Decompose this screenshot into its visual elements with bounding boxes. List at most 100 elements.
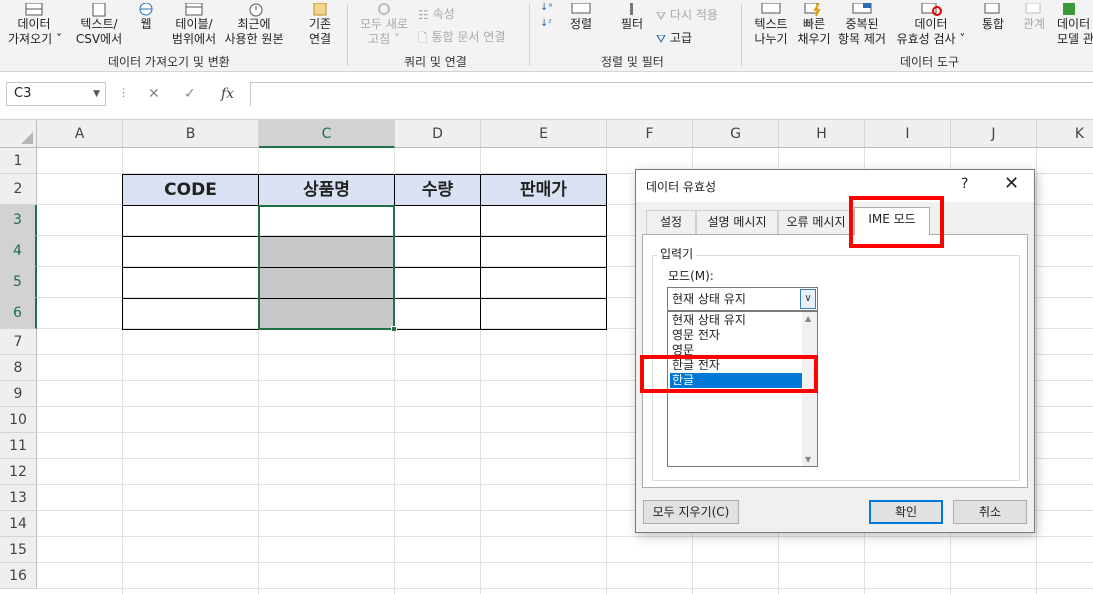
column-header-b[interactable]: B	[123, 120, 259, 148]
formula-bar: C3 ▼ ⋮ ✕ ✓ fx	[0, 72, 1093, 120]
filter-button[interactable]: 필터	[618, 2, 646, 32]
properties-icon: ☷	[418, 7, 429, 22]
row-header-9[interactable]: 9	[0, 381, 37, 407]
scroll-up-icon[interactable]: ▲	[805, 314, 811, 323]
properties-label: 속성	[432, 7, 455, 21]
mode-select[interactable]: 현재 상태 유지 ∨	[667, 287, 818, 311]
table-cell-b6[interactable]	[122, 298, 259, 330]
formula-input[interactable]	[250, 82, 1093, 106]
column-header-d[interactable]: D	[395, 120, 481, 148]
column-header-a[interactable]: A	[37, 120, 123, 148]
column-header-j[interactable]: J	[951, 120, 1037, 148]
table-header-price[interactable]: 판매가	[480, 174, 607, 206]
tab-settings[interactable]: 설정	[646, 210, 696, 234]
enter-icon[interactable]: ✓	[184, 86, 196, 102]
fill-handle[interactable]	[391, 326, 397, 332]
select-all-corner[interactable]	[0, 120, 37, 148]
chevron-down-icon[interactable]: ∨	[800, 289, 816, 309]
scroll-down-icon[interactable]: ▼	[805, 455, 811, 464]
column-header-i[interactable]: I	[865, 120, 951, 148]
table-header-product-name[interactable]: 상품명	[258, 174, 395, 206]
remove-duplicates-button[interactable]: 중복된 항목 제거	[834, 2, 890, 47]
table-cell-d6[interactable]	[394, 298, 481, 330]
row-header-16[interactable]: 16	[0, 563, 37, 589]
sort-az-icon-button[interactable]: ↓ᵃ ↓ᶻ	[540, 0, 552, 32]
text-to-columns-button[interactable]: 텍스트 나누기	[750, 2, 792, 47]
table-cell-d4[interactable]	[394, 236, 481, 268]
sort-button[interactable]: 정렬	[566, 2, 596, 32]
row-header-7[interactable]: 7	[0, 329, 37, 355]
row-header-6[interactable]: 6	[0, 298, 37, 329]
from-table-button[interactable]: 테이블/ 범위에서	[168, 2, 220, 47]
row-header-12[interactable]: 12	[0, 459, 37, 485]
clock-icon	[249, 3, 263, 16]
column-header-c[interactable]: C	[259, 120, 395, 148]
table-cell-e6[interactable]	[480, 298, 607, 330]
text-csv-button[interactable]: 텍스트/ CSV에서	[74, 2, 124, 47]
table-cell-e4[interactable]	[480, 236, 607, 268]
chevron-down-icon[interactable]: ▼	[93, 83, 100, 105]
recent-sources-button[interactable]: 최근에 사용한 원본	[222, 2, 286, 47]
data-model-button[interactable]: 데이터 모델 관	[1057, 2, 1093, 47]
insert-function-icon[interactable]: fx	[221, 86, 234, 102]
tab-input-message[interactable]: 설명 메시지	[696, 210, 778, 234]
column-header-f[interactable]: F	[607, 120, 693, 148]
properties-button[interactable]: ☷ 속성	[418, 6, 455, 23]
ok-button[interactable]: 확인	[869, 500, 943, 524]
existing-connections-button[interactable]: 기존 연결	[302, 2, 338, 47]
tab-error-alert[interactable]: 오류 메시지	[778, 210, 854, 234]
table-cell-d5[interactable]	[394, 267, 481, 299]
table-header-quantity[interactable]: 수량	[394, 174, 481, 206]
column-header-g[interactable]: G	[693, 120, 779, 148]
clear-all-button[interactable]: 모두 지우기(C)	[643, 500, 739, 524]
column-header-k[interactable]: K	[1037, 120, 1093, 148]
table-cell-b3[interactable]	[122, 205, 259, 237]
reapply-button[interactable]: ⛛ 다시 적용	[656, 7, 718, 24]
data-validation-button[interactable]: 데이터 유효성 검사 ˅	[892, 2, 970, 47]
dialog-titlebar[interactable]: 데이터 유효성 ? ✕	[636, 170, 1034, 202]
get-data-button[interactable]: 데이터 가져오기 ˅	[8, 2, 62, 47]
table-cell-b4[interactable]	[122, 236, 259, 268]
row-header-15[interactable]: 15	[0, 537, 37, 563]
close-icon[interactable]: ✕	[1004, 173, 1019, 194]
mode-label: 모드(M):	[668, 269, 714, 283]
row-header-4[interactable]: 4	[0, 236, 37, 267]
table-cell-b5[interactable]	[122, 267, 259, 299]
tab-ime-mode[interactable]: IME 모드	[854, 207, 930, 235]
cancel-button[interactable]: 취소	[953, 500, 1027, 524]
gridline	[37, 536, 1093, 537]
mode-option-english-full[interactable]: 영문 전자	[670, 328, 803, 343]
consolidate-button[interactable]: 통합	[976, 2, 1010, 32]
data-validation-label-1: 데이터	[914, 17, 948, 31]
row-header-13[interactable]: 13	[0, 485, 37, 511]
row-header-5[interactable]: 5	[0, 267, 37, 298]
group-separator	[529, 4, 530, 66]
relationships-button[interactable]: 관계	[1017, 2, 1051, 32]
refresh-all-button[interactable]: 모두 새로 고침 ˅	[354, 2, 414, 47]
row-header-2[interactable]: 2	[0, 174, 37, 205]
row-header-10[interactable]: 10	[0, 407, 37, 433]
web-button[interactable]: 웹	[132, 2, 160, 32]
mode-option-keep-current[interactable]: 현재 상태 유지	[670, 313, 803, 328]
text-file-icon	[92, 2, 106, 16]
flash-fill-button[interactable]: 빠른 채우기	[794, 2, 834, 47]
row-header-3[interactable]: 3	[0, 205, 37, 236]
table-cell-d3[interactable]	[394, 205, 481, 237]
row-header-8[interactable]: 8	[0, 355, 37, 381]
row-header-1[interactable]: 1	[0, 148, 37, 174]
dialog-title: 데이터 유효성	[646, 180, 717, 194]
column-header-e[interactable]: E	[481, 120, 607, 148]
from-table-label-2: 범위에서	[171, 32, 217, 46]
advanced-filter-button[interactable]: ⛛ 고급	[656, 30, 692, 47]
row-header-14[interactable]: 14	[0, 511, 37, 537]
row-header-11[interactable]: 11	[0, 433, 37, 459]
help-icon[interactable]: ?	[961, 176, 968, 192]
column-header-h[interactable]: H	[779, 120, 865, 148]
table-cell-e3[interactable]	[480, 205, 607, 237]
workbook-links-button[interactable]: 🗋 통합 문서 연결	[418, 29, 505, 46]
table-cell-e5[interactable]	[480, 267, 607, 299]
name-box[interactable]: C3 ▼	[6, 82, 106, 106]
cancel-icon[interactable]: ✕	[148, 86, 160, 102]
table-header-code[interactable]: CODE	[122, 174, 259, 206]
table-icon	[185, 2, 203, 15]
